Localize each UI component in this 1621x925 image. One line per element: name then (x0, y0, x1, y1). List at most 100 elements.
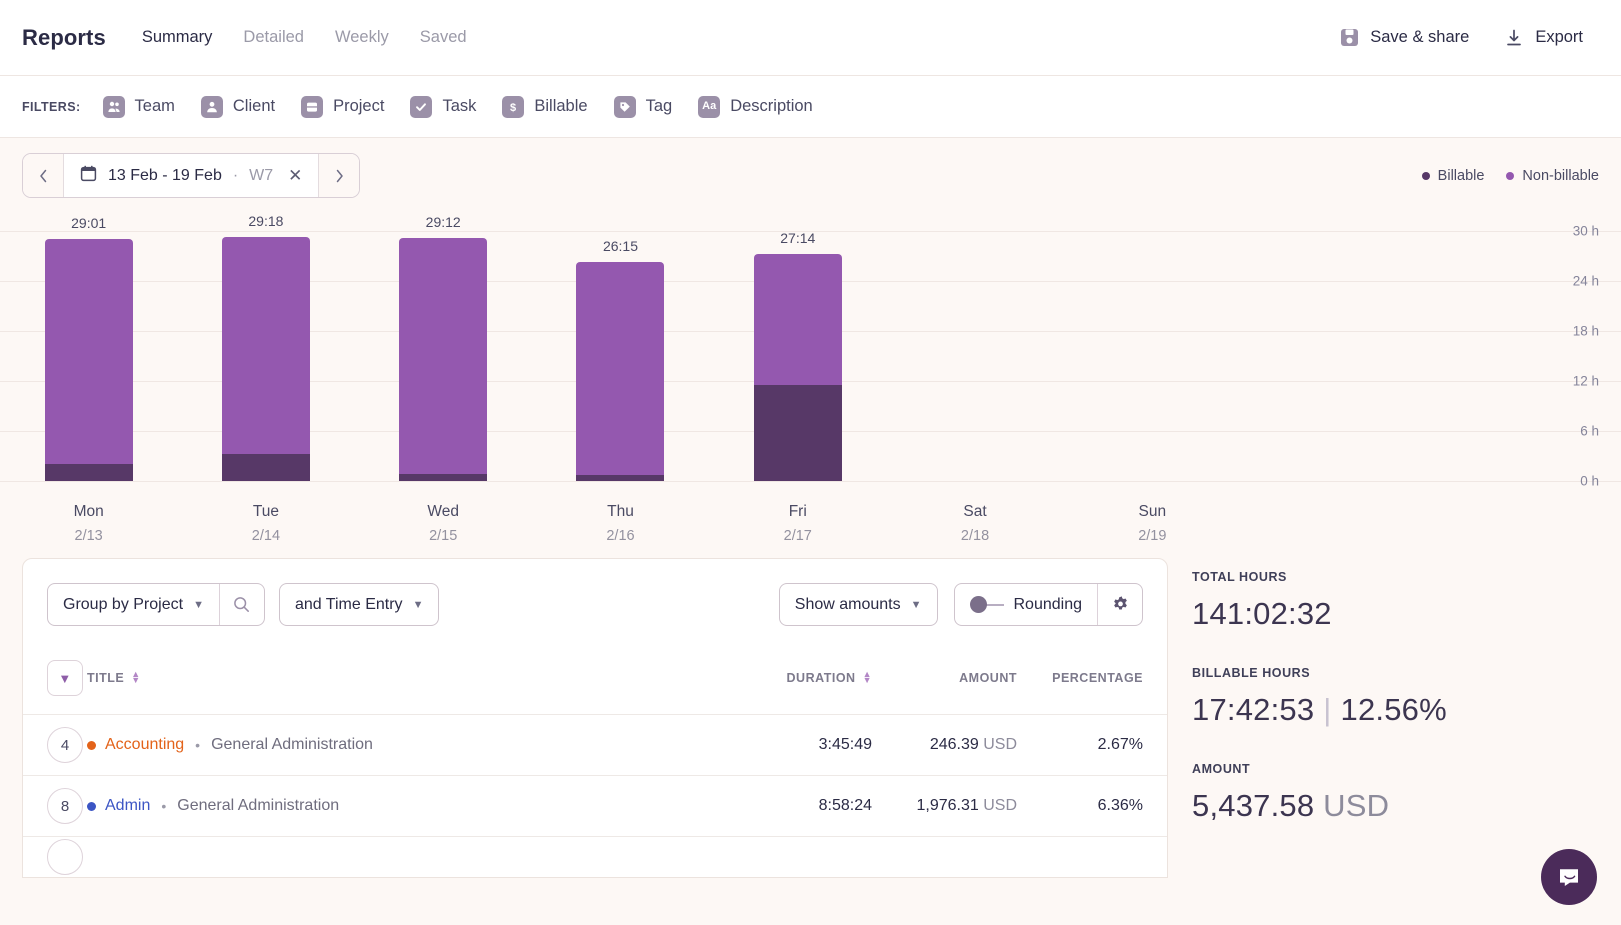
row-amount-number: 1,976.31 (916, 797, 984, 814)
bar-slot-fri[interactable]: 27:14 (709, 230, 886, 481)
table-row-partial[interactable] (23, 836, 1167, 877)
duration-sort[interactable]: DURATION ▲ ▼ (787, 670, 872, 685)
subgroup-control[interactable]: and Time Entry ▼ (278, 583, 440, 626)
group-by-select[interactable]: Group by Project ▼ (48, 584, 219, 625)
column-header-duration[interactable]: DURATION ▲ ▼ (722, 648, 872, 715)
report-table: ▼ TITLE ▲ ▼ DURATION ▲ ▼ AMOUNT PERCENTA… (23, 648, 1167, 877)
bar-segment-billable[interactable] (753, 385, 842, 481)
top-actions: Save & share Export (1340, 28, 1599, 48)
filters-bar: FILTERS: Team Client Project Task $ Bill… (0, 76, 1621, 138)
bar-segment-billable[interactable] (221, 453, 310, 481)
bar-segment-non-billable[interactable] (221, 236, 310, 454)
column-header-amount[interactable]: AMOUNT (872, 648, 1017, 715)
column-header-percentage-label: PERCENTAGE (1052, 671, 1143, 685)
table-search-button[interactable] (220, 584, 264, 625)
export-button[interactable]: Export (1504, 28, 1583, 48)
ytick-18h: 18 h (1572, 323, 1599, 339)
bar-segment-billable[interactable] (399, 474, 488, 481)
close-icon[interactable]: ✕ (288, 167, 302, 184)
filter-items: Team Client Project Task $ Billable Tag … (102, 95, 813, 118)
intercom-launcher-button[interactable] (1541, 849, 1597, 905)
next-period-button[interactable] (318, 154, 360, 197)
x-axis-date: 2/19 (1138, 528, 1167, 544)
bar-stack-fri[interactable]: 27:14 (753, 230, 842, 481)
amount-value: 5,437.58 USD (1192, 788, 1588, 824)
rounding-settings-button[interactable] (1098, 584, 1142, 625)
show-amounts-select[interactable]: Show amounts ▼ (780, 584, 937, 625)
bar-stack-thu[interactable]: 26:15 (576, 238, 665, 481)
row-title-cell: Accounting • General Administration (87, 715, 722, 776)
bar-stack-mon[interactable]: 29:01 (44, 215, 133, 481)
bar-segment-billable[interactable] (576, 475, 665, 481)
show-amounts-control[interactable]: Show amounts ▼ (778, 583, 938, 626)
legend-item-billable: Billable (1421, 168, 1484, 184)
row-amount: 246.39 USD (872, 715, 1017, 776)
row-count-cell (23, 837, 87, 877)
sort-arrows-icon: ▲ ▼ (131, 669, 141, 685)
row-empty-cell (1017, 837, 1167, 877)
bar-segment-non-billable[interactable] (44, 239, 133, 464)
bar-slot-tue[interactable]: 29:18 (177, 213, 354, 481)
value-divider: | (1323, 692, 1332, 727)
project-name[interactable]: Accounting (105, 736, 184, 754)
tab-weekly[interactable]: Weekly (335, 28, 389, 47)
billable-dollar-icon: $ (502, 95, 525, 118)
bar-stack-wed[interactable]: 29:12 (399, 214, 488, 481)
bar-slot-wed[interactable]: 29:12 (355, 214, 532, 481)
bar-slot-sun[interactable] (1064, 231, 1241, 481)
save-and-share-button[interactable]: Save & share (1340, 28, 1469, 47)
bar-slot-thu[interactable]: 26:15 (532, 231, 709, 481)
project-color-dot (87, 740, 96, 750)
bar-segment-non-billable[interactable] (576, 262, 665, 476)
download-icon (1504, 28, 1524, 48)
filter-project[interactable]: Project (301, 95, 384, 118)
title-sort[interactable]: TITLE ▲ ▼ (87, 669, 141, 685)
table-header-row: ▼ TITLE ▲ ▼ DURATION ▲ ▼ AMOUNT PERCENTA… (23, 648, 1167, 715)
ytick-12h: 12 h (1572, 373, 1599, 389)
bar-slot-mon[interactable]: 29:01 (0, 215, 177, 481)
row-title-cell: Admin • General Administration (87, 776, 722, 837)
table-row[interactable]: 4 Accounting • General Administration 3:45:4… (23, 714, 1167, 776)
subgroup-label: and Time Entry (294, 595, 403, 613)
tab-detailed[interactable]: Detailed (243, 28, 304, 47)
project-name[interactable]: Admin (105, 797, 150, 815)
report-tabs: Summary Detailed Weekly Saved (142, 28, 467, 47)
chevron-down-icon: ▼ (910, 598, 922, 611)
bar-segment-billable[interactable] (44, 463, 133, 481)
entry-count-badge[interactable]: 8 (47, 788, 83, 824)
filter-task[interactable]: Task (410, 95, 476, 118)
previous-period-button[interactable] (23, 154, 64, 197)
table-row[interactable]: 8 Admin • General Administration 8:58:24 1,97… (23, 775, 1167, 837)
filter-client[interactable]: Client (200, 95, 275, 118)
bar-slot-sat[interactable] (886, 231, 1063, 481)
column-header-percentage[interactable]: PERCENTAGE (1017, 648, 1167, 715)
x-axis-label-sat: Sat 2/18 (886, 503, 1063, 544)
separator-dot: • (195, 737, 201, 753)
filter-description-label: Description (730, 97, 813, 115)
amount-currency: USD (1323, 788, 1390, 823)
filter-description[interactable]: Aa Description (698, 95, 813, 118)
bar-segment-non-billable[interactable] (753, 254, 842, 386)
bar-segment-non-billable[interactable] (399, 237, 488, 475)
subgroup-select[interactable]: and Time Entry ▼ (280, 584, 439, 625)
rounding-label: Rounding (1013, 595, 1083, 613)
filter-tag[interactable]: Tag (613, 95, 672, 118)
bar-total-label: 27:14 (780, 230, 816, 247)
tab-summary[interactable]: Summary (142, 28, 213, 47)
column-header-title[interactable]: TITLE ▲ ▼ (87, 648, 722, 715)
bar-stack-tue[interactable]: 29:18 (221, 213, 310, 481)
client-name: General Administration (177, 797, 340, 814)
row-count-cell: 8 (23, 776, 87, 837)
entry-count-badge[interactable] (47, 838, 83, 875)
toggle-switch-icon (969, 596, 1004, 613)
x-axis-date: 2/15 (429, 528, 458, 544)
entry-count-badge[interactable]: 4 (47, 727, 83, 763)
date-range-display[interactable]: 13 Feb - 19 Feb · W7 ✕ (64, 154, 319, 197)
x-axis-label-sun: Sun 2/19 (1064, 503, 1241, 544)
tab-saved[interactable]: Saved (420, 28, 467, 47)
filter-team[interactable]: Team (102, 95, 175, 118)
rounding-toggle[interactable]: Rounding (955, 584, 1098, 625)
filter-billable[interactable]: $ Billable (502, 95, 588, 118)
billable-hours-value: 17:42:53 | 12.56% (1192, 692, 1588, 728)
expand-all-button[interactable]: ▼ (47, 660, 83, 696)
